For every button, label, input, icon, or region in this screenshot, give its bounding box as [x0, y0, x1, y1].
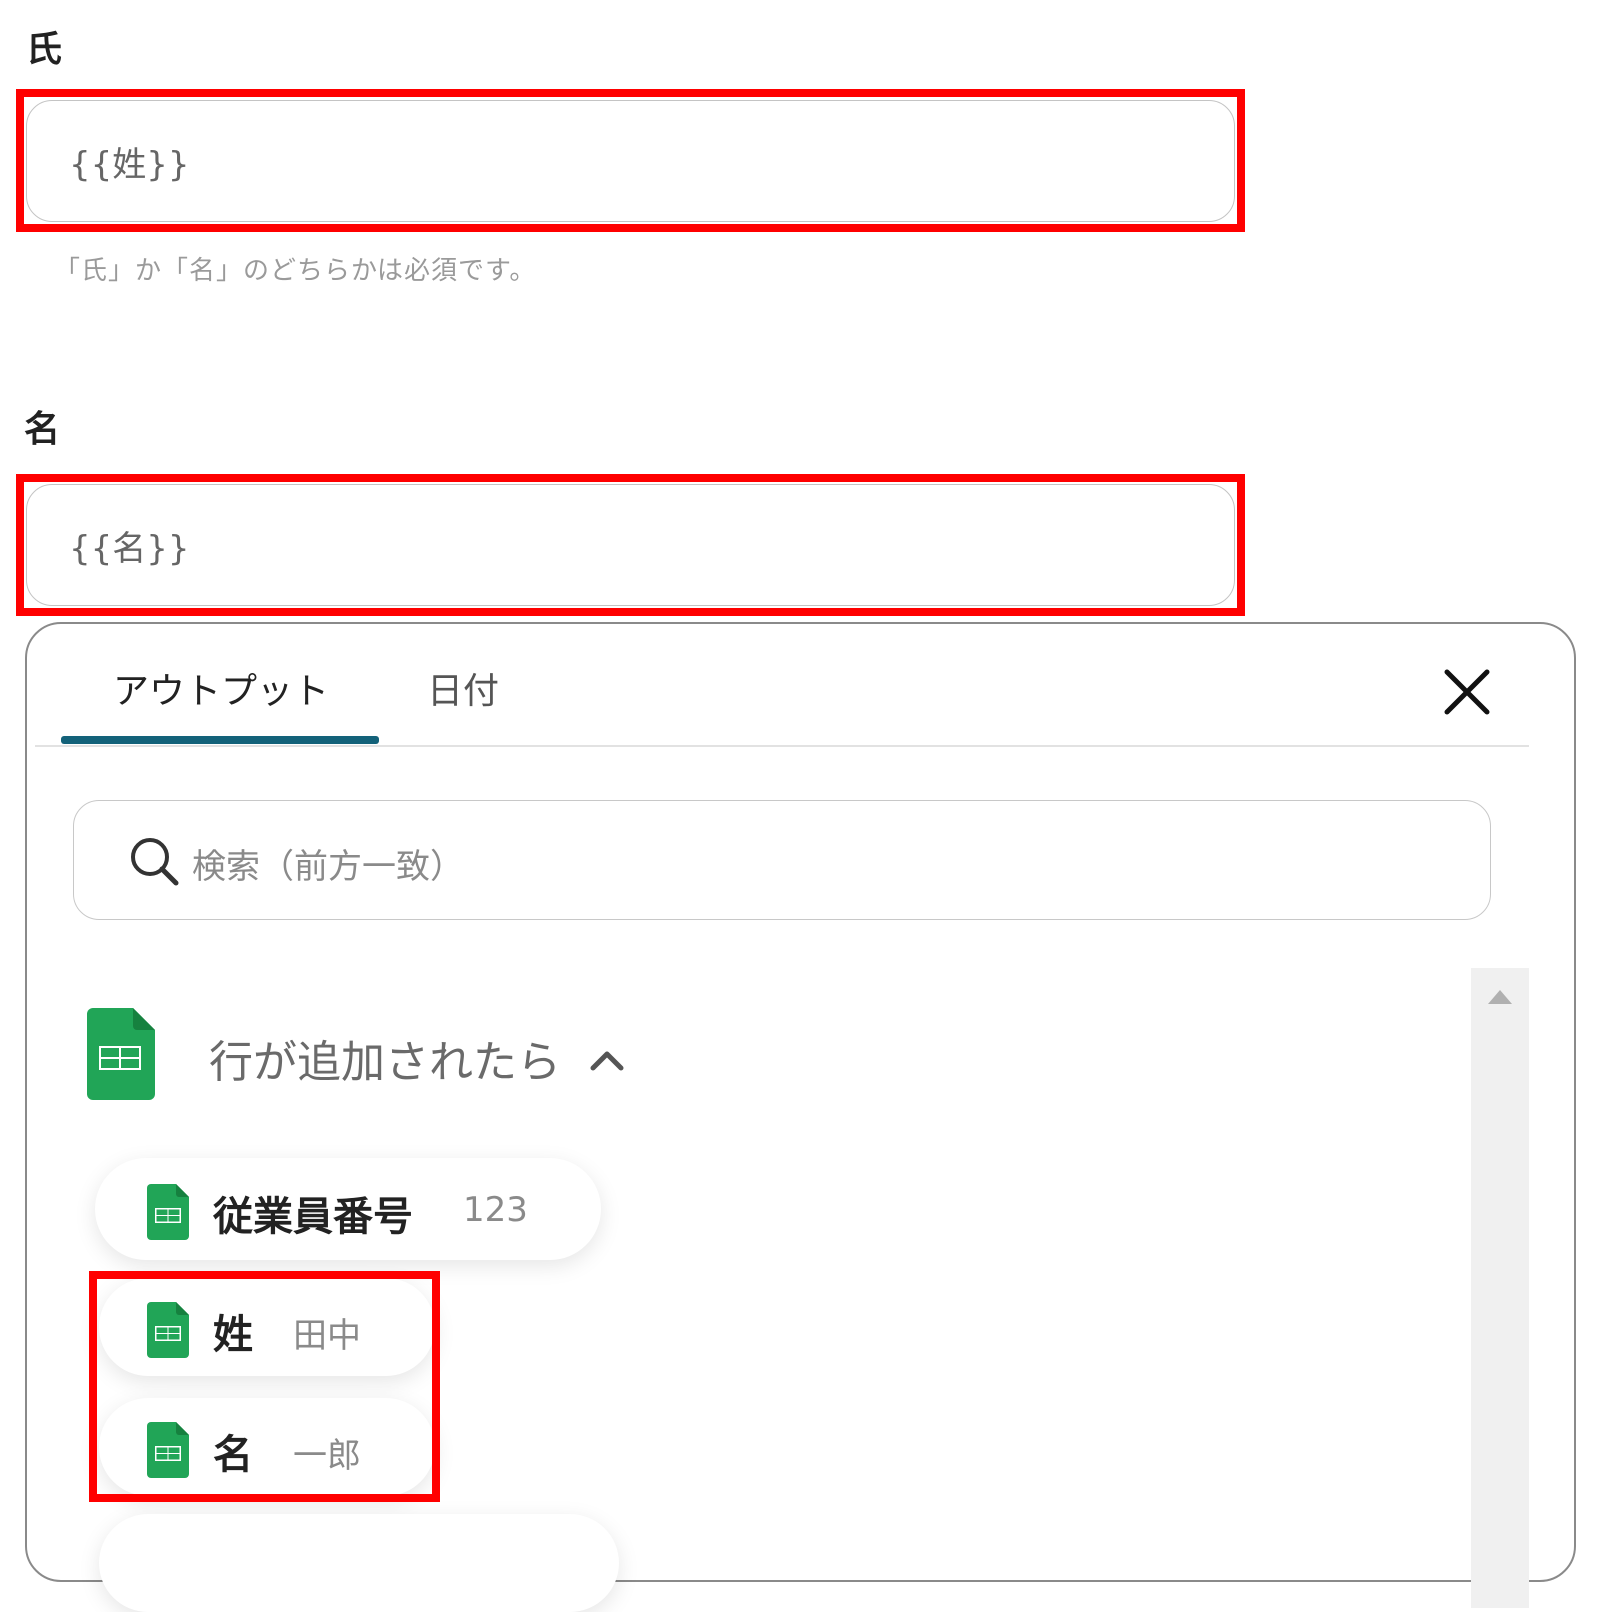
tab-output[interactable]: アウトプット	[113, 662, 329, 714]
scroll-up-arrow-icon[interactable]	[1486, 988, 1514, 1006]
close-icon[interactable]	[1441, 666, 1493, 718]
chevron-up-icon[interactable]	[587, 1044, 627, 1074]
group-title[interactable]: 行が追加されたら	[209, 1026, 561, 1090]
search-icon	[128, 835, 180, 887]
active-tab-indicator	[61, 736, 379, 744]
highlight-box-output-items	[89, 1271, 440, 1502]
google-sheets-icon	[147, 1184, 189, 1240]
first-name-label: 名	[24, 409, 61, 450]
last-name-label: 氏	[26, 29, 63, 70]
scrollbar[interactable]	[1471, 968, 1529, 1608]
google-sheets-icon	[87, 1008, 155, 1100]
output-item-employee-number[interactable]: 従業員番号 123	[95, 1158, 601, 1260]
tab-date[interactable]: 日付	[427, 662, 499, 714]
tabs-divider	[35, 745, 1529, 747]
output-item-next[interactable]	[99, 1514, 619, 1612]
search-input[interactable]: 検索（前方一致）	[73, 800, 1491, 920]
highlight-box-last-name	[16, 89, 1245, 232]
item-label: 従業員番号	[213, 1194, 413, 1240]
required-hint: 「氏」か「名」のどちらかは必須です。	[54, 256, 537, 286]
item-sample-value: 123	[463, 1190, 528, 1230]
highlight-box-first-name	[16, 474, 1245, 616]
search-placeholder: 検索（前方一致）	[192, 847, 464, 887]
